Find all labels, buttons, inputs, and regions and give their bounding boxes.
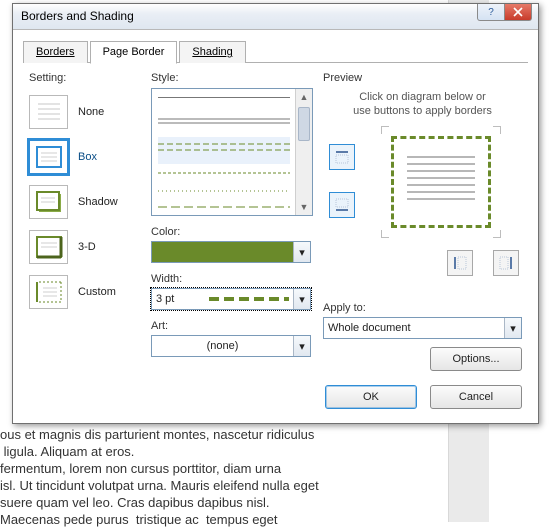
- width-combo[interactable]: 3 pt ▾: [151, 288, 311, 310]
- setting-custom[interactable]: Custom: [29, 275, 141, 309]
- border-top-icon: [334, 149, 350, 165]
- scroll-down-icon[interactable]: ▼: [296, 199, 312, 215]
- border-right-button[interactable]: [493, 250, 519, 276]
- cancel-button[interactable]: Cancel: [430, 385, 522, 409]
- color-swatch: [152, 242, 293, 262]
- art-combo[interactable]: (none) ▾: [151, 335, 311, 357]
- help-icon: ?: [486, 7, 496, 17]
- style-label: Style:: [151, 72, 179, 84]
- setting-item-label: Shadow: [78, 196, 118, 208]
- border-bottom-icon: [334, 197, 350, 213]
- options-button[interactable]: Options...: [430, 347, 522, 371]
- svg-text:?: ?: [488, 7, 494, 17]
- tab-borders[interactable]: Borders: [23, 41, 88, 63]
- style-item-long-dashed[interactable]: [158, 201, 290, 215]
- chevron-down-icon[interactable]: ▾: [293, 242, 310, 262]
- scroll-up-icon[interactable]: ▲: [296, 89, 312, 105]
- chevron-down-icon[interactable]: ▾: [293, 336, 310, 356]
- style-group: Style:: [151, 72, 311, 357]
- tab-shading[interactable]: Shading: [179, 41, 245, 63]
- corner-mark-icon: [493, 230, 501, 238]
- custom-icon: [29, 275, 68, 309]
- width-label: Width:: [151, 273, 311, 285]
- apply-to-combo[interactable]: Whole document ▾: [323, 317, 522, 339]
- chevron-down-icon[interactable]: ▾: [293, 289, 310, 309]
- border-left-button[interactable]: [447, 250, 473, 276]
- setting-none[interactable]: None: [29, 95, 141, 129]
- setting-label: Setting:: [29, 72, 66, 84]
- corner-mark-icon: [493, 126, 501, 134]
- box-icon: [29, 140, 68, 174]
- setting-item-label: None: [78, 106, 104, 118]
- style-scrollbar[interactable]: ▲ ▼: [295, 89, 312, 215]
- setting-group: Setting: None Box: [29, 72, 141, 309]
- style-item-solid[interactable]: [158, 97, 290, 112]
- setting-item-label: Custom: [78, 286, 116, 298]
- preview-canvas: [323, 130, 522, 280]
- titlebar[interactable]: Borders and Shading ?: [13, 4, 538, 30]
- apply-to-value: Whole document: [324, 318, 504, 338]
- close-button[interactable]: [504, 4, 532, 21]
- borders-shading-dialog: Borders and Shading ? Borders Page Borde…: [12, 3, 539, 424]
- chevron-down-icon[interactable]: ▾: [504, 318, 521, 338]
- threed-icon: [29, 230, 68, 264]
- border-right-icon: [498, 255, 514, 271]
- shadow-icon: [29, 185, 68, 219]
- ok-button[interactable]: OK: [325, 385, 417, 409]
- text-lines-icon: [407, 156, 475, 205]
- preview-hint: Click on diagram below or use buttons to…: [323, 90, 522, 118]
- setting-3d[interactable]: 3-D: [29, 230, 141, 264]
- art-value: (none): [152, 336, 293, 356]
- setting-item-label: Box: [78, 151, 97, 163]
- setting-shadow[interactable]: Shadow: [29, 185, 141, 219]
- tab-strip: Borders Page Border Shading: [23, 40, 528, 63]
- art-label: Art:: [151, 320, 311, 332]
- width-sample-icon: [209, 296, 289, 302]
- scroll-thumb[interactable]: [298, 107, 310, 141]
- close-icon: [513, 7, 523, 17]
- dialog-title: Borders and Shading: [21, 9, 134, 23]
- border-bottom-button[interactable]: [329, 192, 355, 218]
- border-left-icon: [452, 255, 468, 271]
- width-value: 3 pt: [152, 289, 293, 309]
- style-item-double[interactable]: [158, 117, 290, 131]
- preview-group: Preview Click on diagram below or use bu…: [323, 72, 522, 371]
- setting-box[interactable]: Box: [29, 140, 141, 174]
- dialog-buttons: OK Cancel: [315, 385, 522, 409]
- preview-label: Preview: [323, 72, 362, 84]
- style-item-dashed-selected[interactable]: [158, 137, 290, 164]
- help-button[interactable]: ?: [477, 4, 505, 21]
- corner-mark-icon: [381, 126, 389, 134]
- tab-pane: Setting: None Box: [23, 62, 528, 413]
- tab-page-border[interactable]: Page Border: [90, 41, 178, 64]
- color-label: Color:: [151, 226, 311, 238]
- page-preview[interactable]: [387, 132, 495, 232]
- none-icon: [29, 95, 68, 129]
- border-top-button[interactable]: [329, 144, 355, 170]
- apply-to-label: Apply to:: [323, 302, 522, 314]
- style-item-dotted[interactable]: [158, 185, 290, 199]
- corner-mark-icon: [381, 230, 389, 238]
- style-listbox[interactable]: ▲ ▼: [151, 88, 313, 216]
- setting-item-label: 3-D: [78, 241, 96, 253]
- color-combo[interactable]: ▾: [151, 241, 311, 263]
- document-body-text: ous et magnis dis parturient montes, nas…: [0, 426, 551, 528]
- style-item-fine-dashed[interactable]: [158, 167, 290, 181]
